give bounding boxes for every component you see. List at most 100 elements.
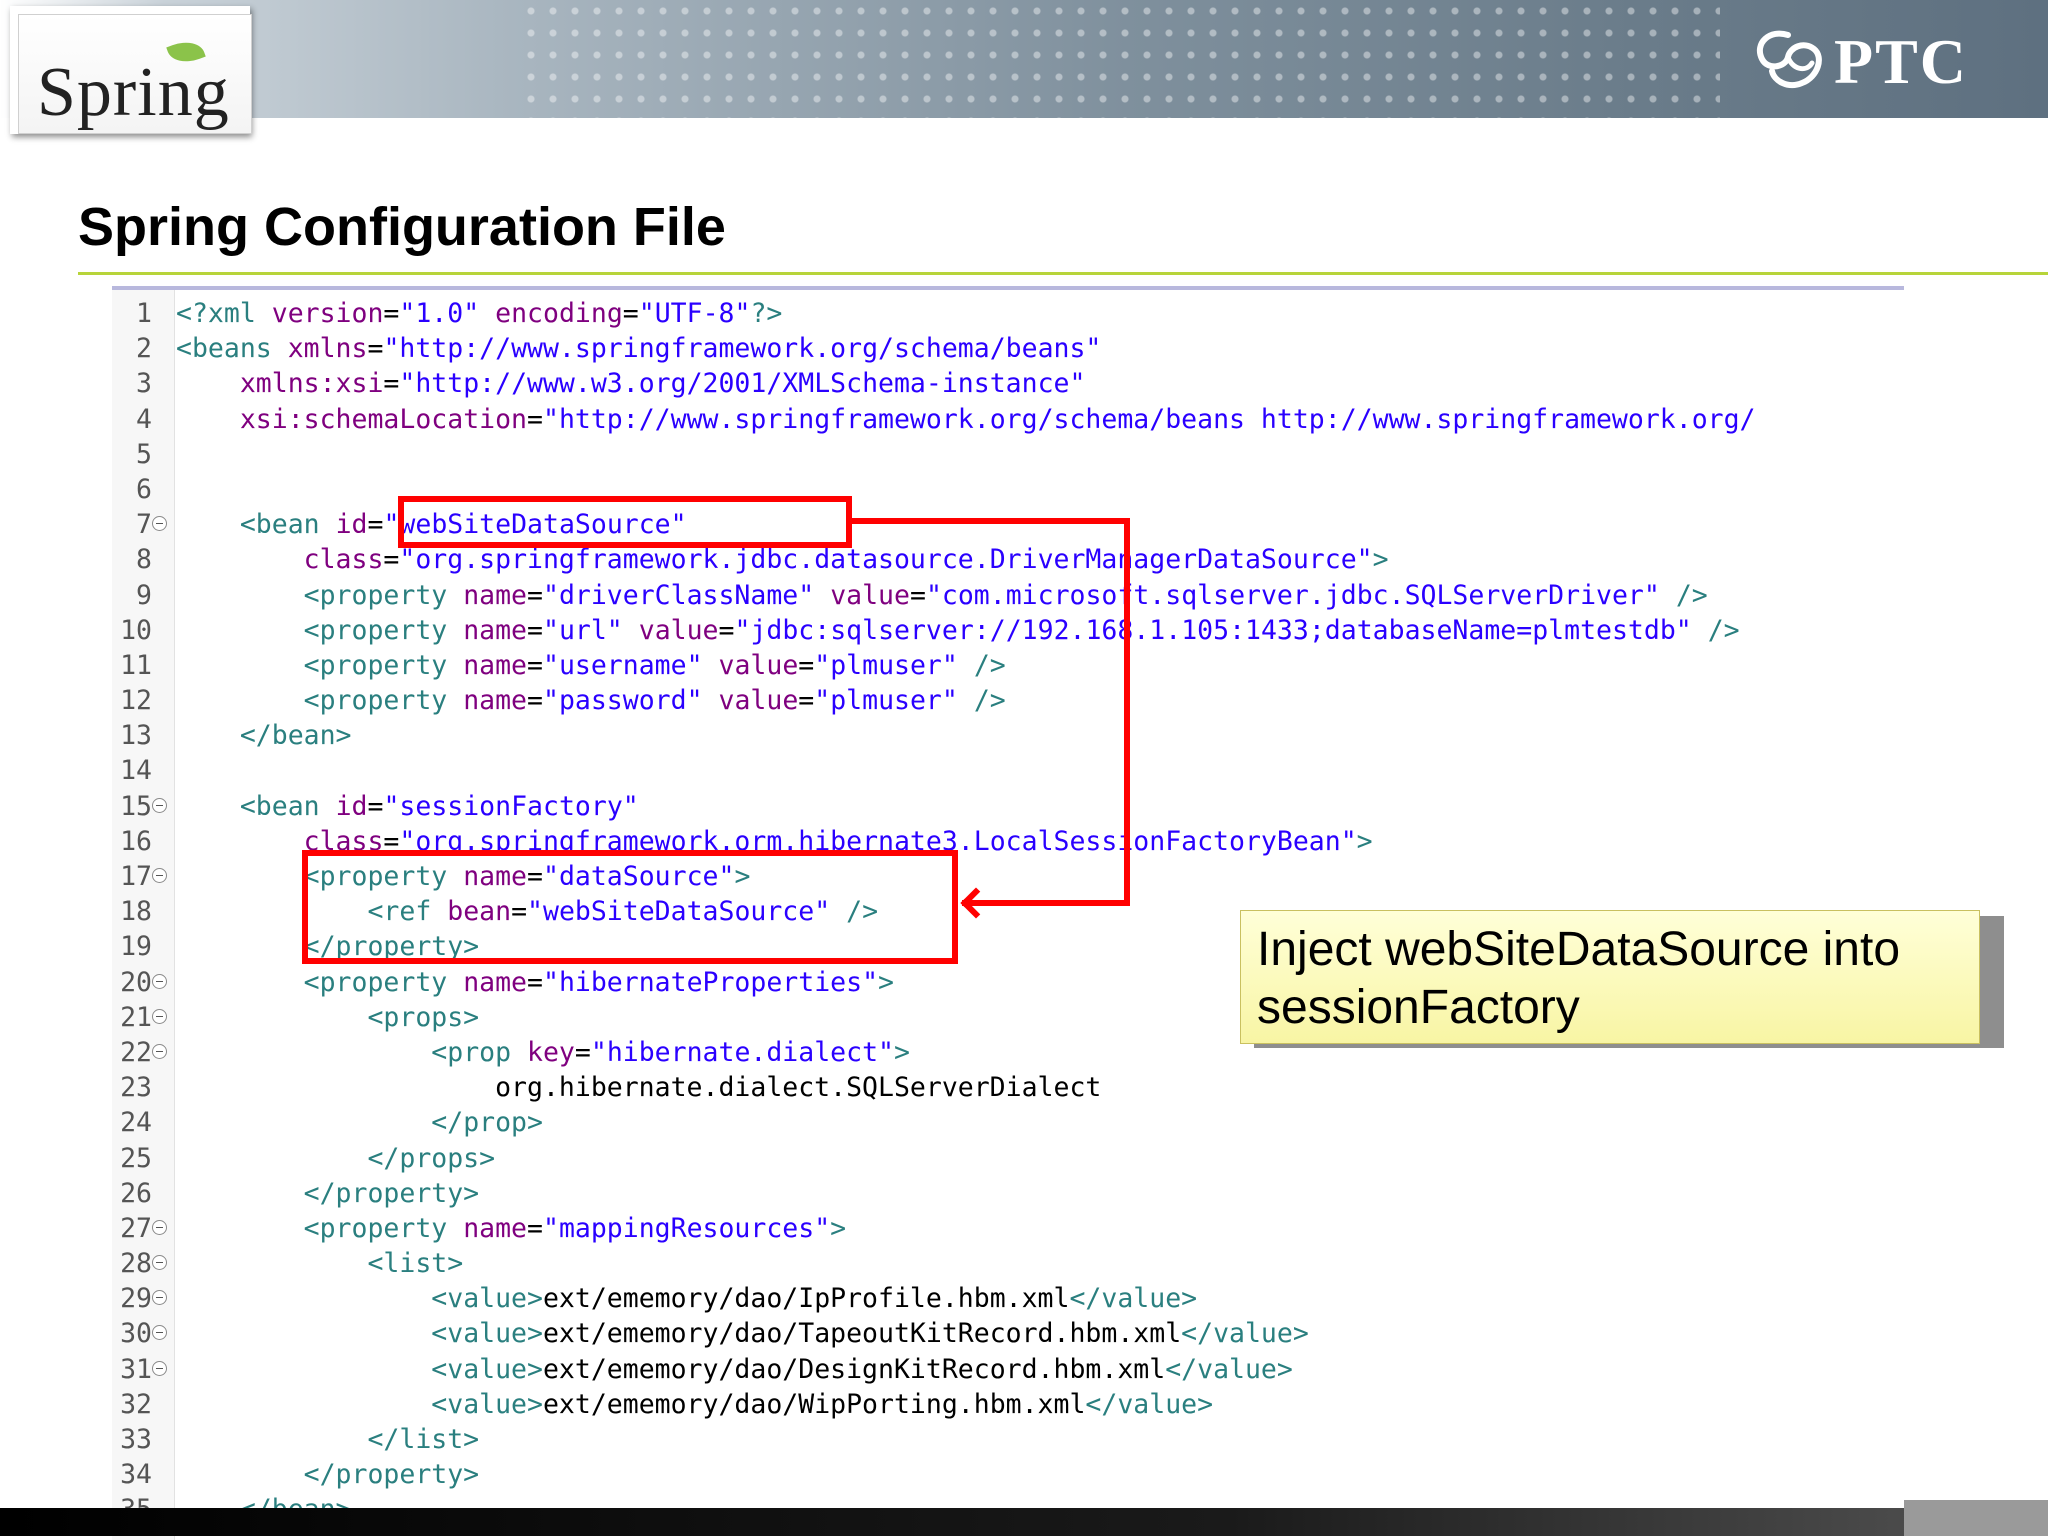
fold-collapse-icon[interactable] xyxy=(152,1255,167,1271)
footer-bar xyxy=(0,1508,2048,1536)
line-number: 10 xyxy=(120,614,152,646)
code-text: <value>ext/ememory/dao/WipPorting.hbm.xm… xyxy=(176,1387,1213,1422)
code-token: xsi:schemaLocation xyxy=(239,403,528,435)
code-token: ?> xyxy=(750,298,783,329)
code-token: "jdbc:sqlserver://192.168.1.105:1433;dat… xyxy=(734,614,1692,646)
annotation-callout: Inject webSiteDataSource into sessionFac… xyxy=(1240,910,1980,1044)
code-token: org.hibernate.dialect.SQLServerDialect xyxy=(495,1072,1102,1104)
code-token: = xyxy=(574,1036,591,1068)
fold-collapse-icon[interactable] xyxy=(152,797,167,813)
fold-collapse-icon[interactable] xyxy=(152,973,167,989)
code-token: = xyxy=(527,403,543,435)
code-token: /> xyxy=(1675,579,1708,611)
code-token: > xyxy=(1356,825,1373,857)
fold-collapse-icon[interactable] xyxy=(152,516,167,532)
code-token: <property xyxy=(303,966,464,998)
fold-collapse-icon[interactable] xyxy=(152,1008,167,1024)
fold-collapse-icon[interactable] xyxy=(152,1219,167,1235)
code-text: </property> xyxy=(176,1457,480,1492)
code-line: 11 <property name="username" value="plmu… xyxy=(112,648,1904,683)
code-token: ext/ememory/dao/IpProfile.hbm.xml xyxy=(542,1283,1070,1315)
line-number: 4 xyxy=(136,403,152,435)
spring-logo: Spring xyxy=(10,6,252,134)
code-token: "driverClassName" xyxy=(542,579,815,611)
highlight-datasource-property xyxy=(302,850,958,964)
code-token: "1.0" xyxy=(399,298,480,329)
code-token: <property xyxy=(303,685,464,717)
code-line: 12 <property name="password" value="plmu… xyxy=(112,683,1904,718)
line-number: 7 xyxy=(136,509,152,541)
code-token: > xyxy=(878,966,894,998)
code-token: > xyxy=(830,1212,847,1244)
code-token: value xyxy=(830,579,910,611)
code-token: </property> xyxy=(303,1177,480,1209)
highlight-bean-id xyxy=(398,496,852,548)
code-token: name xyxy=(463,685,528,717)
code-token: "sessionFactory" xyxy=(383,790,639,822)
code-token: key xyxy=(527,1036,575,1068)
code-token: id xyxy=(335,509,368,541)
line-number: 16 xyxy=(120,825,152,857)
line-number: 6 xyxy=(136,473,152,505)
code-text: </prop> xyxy=(176,1105,543,1140)
code-token: version xyxy=(271,298,384,329)
footer-corner xyxy=(1904,1500,2048,1536)
code-text: </props> xyxy=(176,1141,495,1176)
code-token: ext/ememory/dao/TapeoutKitRecord.hbm.xml xyxy=(542,1318,1182,1350)
code-line: 23 org.hibernate.dialect.SQLServerDialec… xyxy=(112,1070,1904,1105)
code-line: 10 <property name="url" value="jdbc:sqls… xyxy=(112,613,1904,648)
fold-collapse-icon[interactable] xyxy=(152,868,167,883)
line-number: 8 xyxy=(136,544,152,576)
code-line: 33 </list> xyxy=(112,1422,1904,1457)
code-token: > xyxy=(894,1036,910,1068)
code-token: = xyxy=(718,614,735,646)
code-line: 3 xmlns:xsi="http://www.w3.org/2001/XMLS… xyxy=(112,366,1904,401)
code-token: encoding xyxy=(495,298,623,329)
line-number: 14 xyxy=(120,755,152,787)
code-token: /> xyxy=(1707,614,1740,646)
code-token: ext/ememory/dao/DesignKitRecord.hbm.xml xyxy=(542,1353,1166,1385)
code-token: = xyxy=(798,649,815,681)
header-banner xyxy=(0,0,2048,118)
code-token: value xyxy=(718,649,799,681)
line-number: 24 xyxy=(120,1107,152,1139)
spring-logo-text: Spring xyxy=(37,54,230,131)
fold-collapse-icon[interactable] xyxy=(152,1043,167,1059)
line-number: 18 xyxy=(120,896,152,928)
code-token: <value> xyxy=(431,1353,543,1385)
fold-collapse-icon[interactable] xyxy=(152,1325,167,1341)
code-token: </props> xyxy=(367,1142,496,1174)
code-line: 32 <value>ext/ememory/dao/WipPorting.hbm… xyxy=(112,1387,1904,1422)
ptc-logo: PTC xyxy=(1748,22,1968,102)
code-token: <?xml xyxy=(176,298,272,329)
fold-collapse-icon[interactable] xyxy=(152,1360,167,1376)
code-line: 24 </prop> xyxy=(112,1105,1904,1140)
code-token: "org.springframework.jdbc.datasource.Dri… xyxy=(399,544,1373,576)
code-line: 5 xyxy=(112,437,1904,472)
code-token: <value> xyxy=(431,1283,543,1315)
code-text: <property name="hibernateProperties"> xyxy=(176,965,894,1000)
code-text: <prop key="hibernate.dialect"> xyxy=(176,1035,910,1070)
code-token: = xyxy=(622,298,639,329)
code-token: name xyxy=(463,966,528,998)
line-number: 11 xyxy=(120,649,152,681)
code-token: xmlns:xsi xyxy=(239,368,384,400)
code-token: <property xyxy=(303,579,464,611)
code-text: <property name="password" value="plmuser… xyxy=(176,683,1006,718)
fold-collapse-icon[interactable] xyxy=(152,1290,167,1306)
